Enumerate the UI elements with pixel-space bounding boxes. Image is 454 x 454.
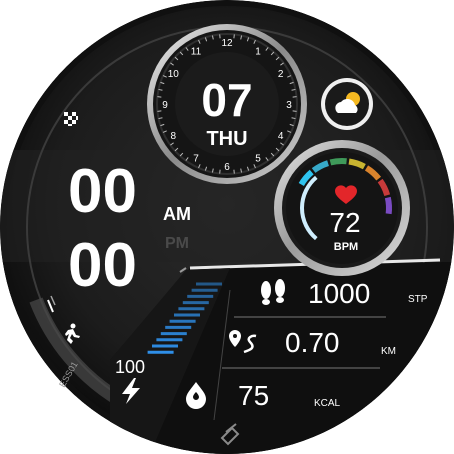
dial-number: 6 [224, 162, 230, 173]
weekday-label: THU [206, 128, 247, 150]
dial-number: 8 [171, 131, 177, 142]
dial-number: 2 [278, 69, 284, 80]
dial-number: 10 [168, 69, 180, 80]
heart-zone-segment [329, 158, 347, 166]
dial-number: 3 [286, 100, 292, 111]
minutes-display: 00 [68, 231, 137, 300]
heart-rate-unit: BPM [334, 241, 358, 253]
day-number: 07 [201, 74, 252, 126]
steps-unit: STP [408, 294, 428, 305]
dial-number: 11 [191, 46, 202, 57]
am-indicator: AM [163, 204, 191, 224]
calories-value: 75 [238, 380, 269, 411]
dial-number: 1 [255, 46, 261, 57]
dial-number: 9 [162, 100, 168, 111]
heart-rate-value: 72 [329, 207, 360, 238]
weather-widget[interactable] [321, 78, 373, 130]
distance-unit: KM [381, 346, 396, 357]
dial-number: 7 [193, 154, 199, 165]
steps-value: 1000 [308, 278, 370, 309]
heart-rate-widget[interactable]: 72 BPM [274, 140, 410, 276]
watch-face: 121234567891011 07 THU 00 00 AM PM ESS01 [0, 0, 454, 454]
pm-indicator: PM [165, 235, 189, 252]
dial-number: 12 [221, 38, 233, 49]
battery-value: 100 [115, 357, 145, 377]
dial-number: 4 [278, 131, 284, 142]
calories-unit: KCAL [314, 398, 341, 409]
dial-number: 5 [255, 154, 261, 165]
hours-display: 00 [68, 157, 137, 226]
distance-value: 0.70 [285, 327, 340, 358]
heart-zone-segment [384, 196, 392, 215]
